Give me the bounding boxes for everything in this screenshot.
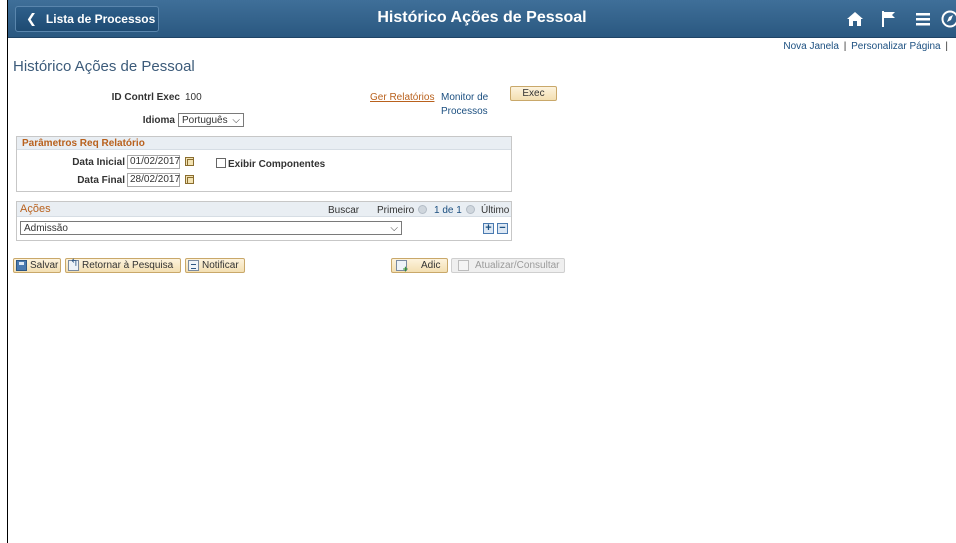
navbar-compass-icon[interactable]	[940, 6, 956, 32]
add-icon	[396, 260, 408, 274]
language-select[interactable]: Português ⌵	[178, 113, 244, 127]
language-label: Idioma	[142, 115, 175, 126]
back-button-label: Lista de Processos	[45, 12, 156, 26]
home-icon[interactable]	[838, 6, 872, 32]
window-left-border	[0, 0, 8, 543]
grid-first-label[interactable]: Primeiro	[377, 205, 414, 216]
end-date-calendar-icon[interactable]	[185, 175, 194, 184]
previous-row-icon[interactable]	[418, 205, 427, 214]
start-date-input[interactable]: 01/02/2017	[127, 155, 180, 169]
show-components-label: Exibir Componentes	[228, 159, 326, 170]
end-date-label: Data Final	[77, 175, 125, 186]
save-button[interactable]: Salvar	[13, 258, 61, 273]
report-manager-link[interactable]: Ger Relatórios	[370, 92, 434, 103]
process-monitor-link-line1[interactable]: Monitor de	[441, 92, 488, 103]
delete-row-button[interactable]: −	[497, 223, 508, 234]
personalize-page-link[interactable]: Personalizar Página	[851, 41, 941, 52]
start-date-calendar-icon[interactable]	[185, 157, 194, 166]
return-to-search-label: Retornar à Pesquisa	[82, 260, 174, 271]
menu-icon[interactable]	[906, 6, 940, 32]
back-to-process-list-button[interactable]: ❮ Lista de Processos	[15, 6, 159, 32]
add-button-label: Adic	[421, 260, 441, 271]
page-utility-links: Nova Janela | Personalizar Página |	[783, 41, 950, 52]
end-date-input[interactable]: 28/02/2017	[127, 173, 180, 187]
next-row-icon[interactable]	[466, 205, 475, 214]
new-window-link[interactable]: Nova Janela	[783, 41, 839, 52]
process-monitor-link-line2[interactable]: Processos	[441, 106, 488, 117]
action-select[interactable]: Admissão ⌵	[20, 221, 402, 235]
add-button[interactable]: Adic	[391, 258, 448, 274]
notify-button[interactable]: Notificar	[185, 258, 245, 273]
header-actions	[838, 6, 956, 32]
notify-button-label: Notificar	[202, 260, 239, 271]
chevron-down-icon: ⌵	[390, 223, 398, 234]
actions-grid-title: Ações	[20, 203, 51, 215]
update-display-label: Atualizar/Consultar	[475, 260, 560, 271]
chevron-left-icon: ❮	[26, 11, 37, 26]
exec-button[interactable]: Exec	[510, 86, 557, 101]
page-title: Histórico Ações de Pessoal	[13, 58, 195, 75]
chevron-down-icon: ⌵	[232, 115, 240, 126]
link-separator: |	[843, 41, 847, 52]
save-button-label: Salvar	[30, 260, 59, 271]
add-row-button[interactable]: +	[483, 223, 494, 234]
start-date-label: Data Inicial	[72, 157, 125, 168]
report-parameters-header: Parâmetros Req Relatório	[17, 137, 511, 150]
action-select-value: Admissão	[24, 223, 68, 234]
grid-row-count: 1 de 1	[434, 205, 462, 216]
return-icon	[68, 258, 79, 271]
flag-icon[interactable]	[872, 6, 906, 32]
run-control-id-value: 100	[185, 92, 202, 103]
header-bar: ❮ Lista de Processos Histórico Ações de …	[8, 0, 956, 38]
grid-find-link[interactable]: Buscar	[328, 205, 359, 216]
language-select-value: Português	[182, 115, 228, 126]
update-display-button: Atualizar/Consultar	[451, 258, 565, 273]
update-display-icon	[458, 260, 469, 271]
save-icon	[16, 260, 27, 271]
notify-icon	[188, 260, 199, 271]
run-control-id-label: ID Contrl Exec	[111, 92, 180, 103]
show-components-checkbox[interactable]	[216, 158, 226, 168]
grid-last-label[interactable]: Último	[481, 205, 509, 216]
link-separator-trailing: |	[945, 41, 948, 52]
return-to-search-button[interactable]: Retornar à Pesquisa	[65, 258, 181, 273]
